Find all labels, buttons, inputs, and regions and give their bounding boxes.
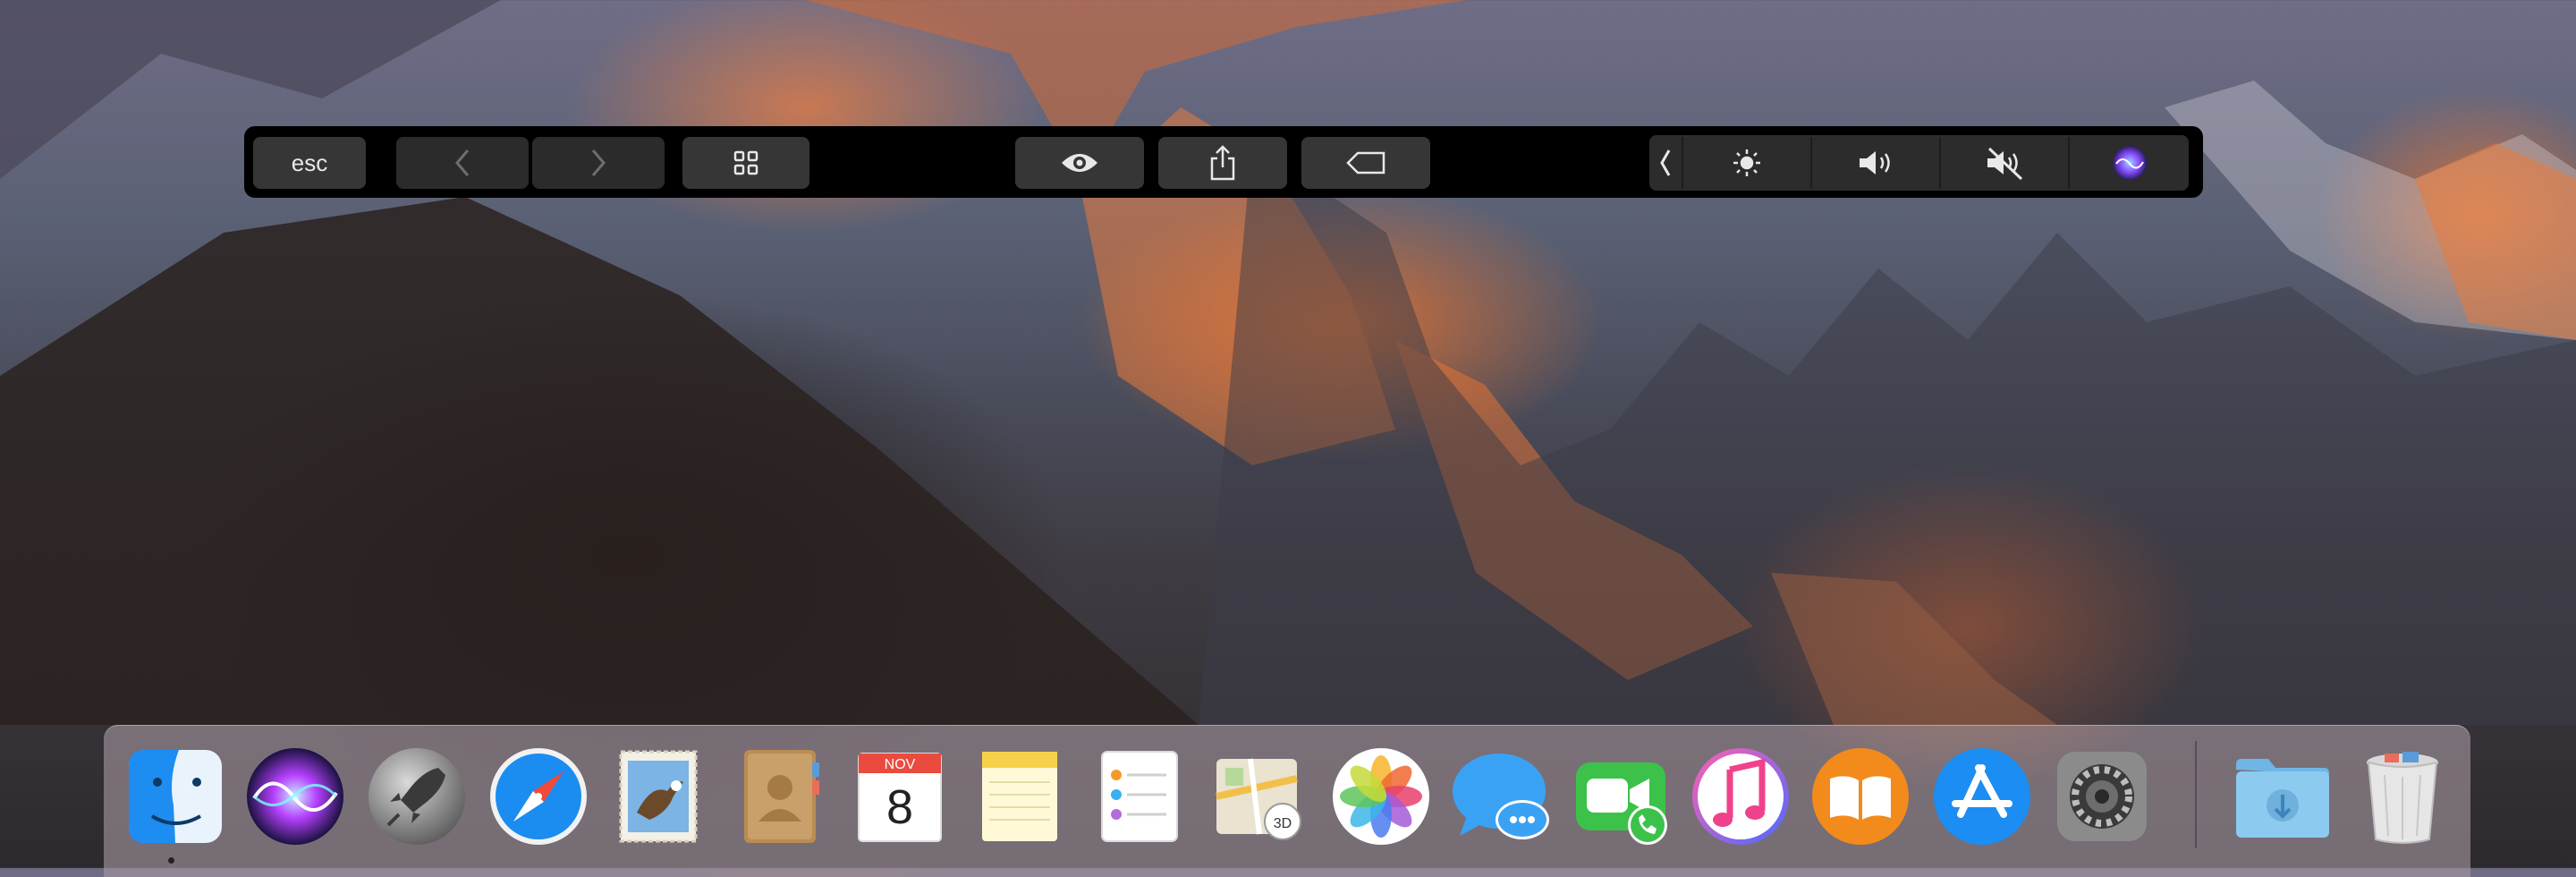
brightness-icon	[1733, 149, 1760, 176]
system-preferences-gear-icon	[2057, 752, 2147, 841]
forward-arrow-icon	[591, 149, 606, 176]
dock-downloads-folder[interactable]	[2229, 743, 2336, 850]
trash-can-icon	[2367, 752, 2438, 844]
mute-button[interactable]	[1941, 135, 2068, 191]
dock-app-messages[interactable]	[1447, 743, 1555, 850]
dock-app-maps[interactable]: 3D	[1206, 743, 1313, 850]
back-arrow-icon	[455, 149, 470, 176]
dock: NOV 8 3D	[104, 725, 2470, 877]
dock-trash[interactable]	[2349, 743, 2456, 850]
app-store-icon	[1934, 748, 2030, 845]
dock-app-ibooks[interactable]	[1807, 743, 1914, 850]
dock-app-reminders[interactable]	[1086, 743, 1193, 850]
forward-button[interactable]	[532, 137, 665, 189]
touch-bar: esc	[244, 126, 2203, 198]
esc-key[interactable]: esc	[253, 137, 366, 189]
dock-app-itunes[interactable]	[1687, 743, 1794, 850]
dock-app-system-preferences[interactable]	[2048, 743, 2156, 850]
dock-app-calendar[interactable]: NOV 8	[846, 743, 953, 850]
collapse-chevron-icon	[1660, 149, 1671, 176]
grid-view-icon	[733, 150, 758, 175]
expand-control-strip-button[interactable]	[1649, 135, 1682, 191]
esc-label: esc	[291, 149, 328, 176]
back-button[interactable]	[396, 137, 529, 189]
itunes-note-icon	[1692, 748, 1789, 845]
messages-bubble-icon	[1453, 754, 1549, 839]
tag-icon	[1346, 151, 1385, 175]
share-button[interactable]	[1158, 137, 1287, 189]
dock-app-photos[interactable]	[1327, 743, 1435, 850]
eye-quicklook-icon	[1062, 154, 1097, 172]
dock-app-mail[interactable]	[605, 743, 712, 850]
calendar-icon: NOV 8	[858, 753, 942, 842]
mute-icon	[1987, 147, 2023, 181]
siri-button[interactable]	[2070, 135, 2189, 191]
calendar-month: NOV	[885, 757, 916, 772]
facetime-camera-icon	[1576, 762, 1667, 845]
ibooks-icon	[1812, 748, 1909, 845]
dock-app-facetime[interactable]	[1567, 743, 1674, 850]
dock-divider	[2195, 741, 2197, 848]
contacts-book-icon	[744, 750, 819, 843]
notes-icon	[982, 752, 1057, 841]
dock-app-app-store[interactable]	[1928, 743, 2036, 850]
dock-app-safari[interactable]	[485, 743, 592, 850]
siri-icon	[2112, 146, 2147, 180]
brightness-button[interactable]	[1683, 135, 1810, 191]
downloads-folder-icon	[2236, 759, 2329, 838]
mail-stamp-icon	[619, 750, 698, 843]
calendar-day: 8	[886, 780, 913, 834]
launchpad-rocket-icon	[369, 748, 465, 845]
share-icon	[1210, 145, 1235, 181]
siri-icon	[247, 748, 343, 845]
dock-app-contacts[interactable]	[726, 743, 834, 850]
maps-icon: 3D	[1216, 758, 1301, 840]
photos-flower-icon	[1333, 748, 1429, 845]
dock-app-siri[interactable]	[242, 743, 349, 850]
maps-3d-badge: 3D	[1274, 816, 1292, 831]
volume-icon	[1860, 151, 1890, 175]
view-options-button[interactable]	[682, 137, 809, 189]
dock-app-launchpad[interactable]	[363, 743, 470, 850]
dock-app-finder[interactable]	[122, 743, 229, 850]
quick-look-button[interactable]	[1015, 137, 1144, 189]
finder-running-indicator	[168, 857, 174, 864]
safari-compass-icon	[490, 748, 587, 845]
reminders-icon	[1101, 751, 1178, 842]
volume-button[interactable]	[1812, 135, 1939, 191]
tags-button[interactable]	[1301, 137, 1430, 189]
finder-icon	[129, 750, 222, 843]
dock-app-notes[interactable]	[966, 743, 1073, 850]
